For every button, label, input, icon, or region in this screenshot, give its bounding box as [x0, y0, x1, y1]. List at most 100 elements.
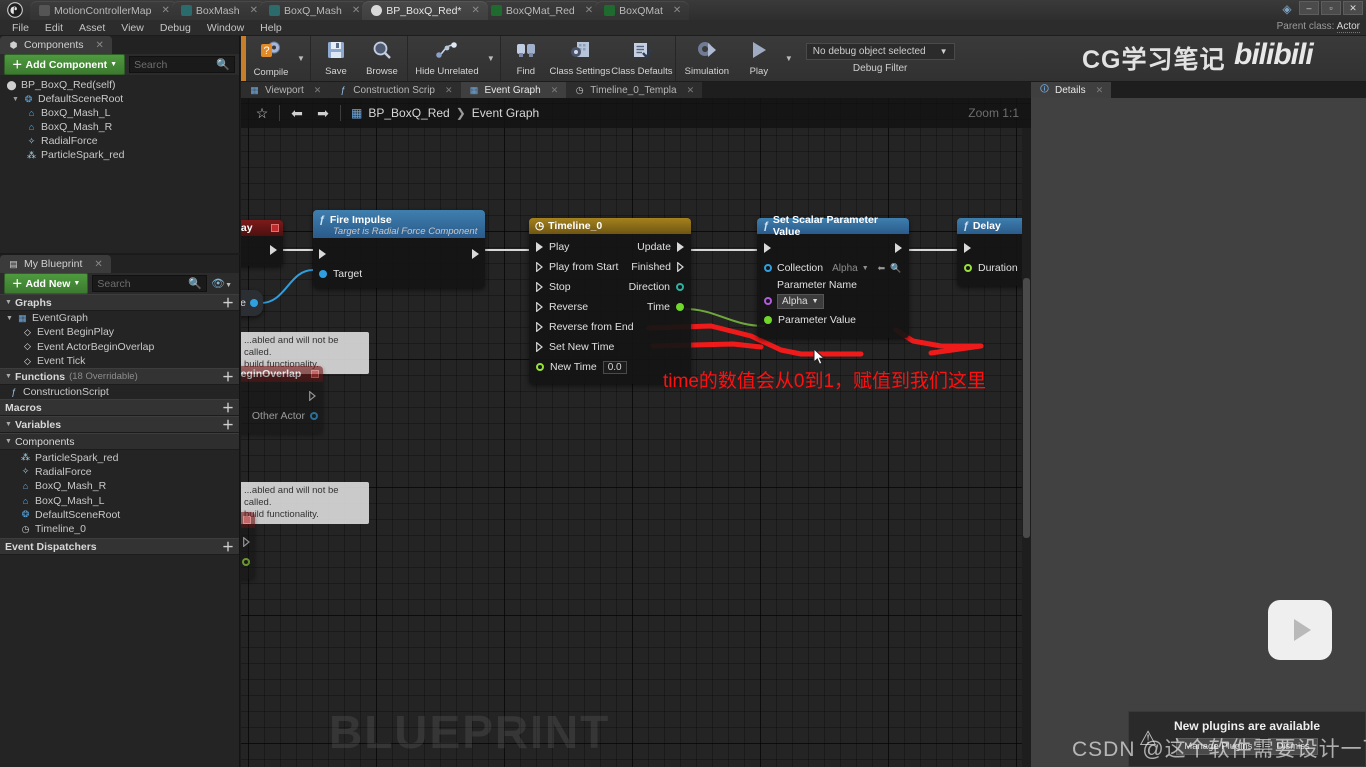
- tree-item-self[interactable]: ⬤ BP_BoxQ_Red(self): [0, 78, 239, 92]
- window-tab-3[interactable]: BP_BoxQ_Red* ✕: [362, 1, 488, 20]
- eye-icon[interactable]: 👁▼: [211, 277, 235, 290]
- object-output-pin[interactable]: [250, 299, 258, 307]
- fire-impulse-node[interactable]: ƒ Fire Impulse Target is Radial Force Co…: [313, 210, 485, 288]
- list-item-event-actorbeginoverlap[interactable]: ◇ Event ActorBeginOverlap: [0, 340, 239, 354]
- event-play-node[interactable]: Play: [241, 220, 283, 266]
- graph-vertical-scrollbar[interactable]: [1022, 128, 1031, 767]
- maximize-button[interactable]: ▫: [1321, 1, 1341, 15]
- timeline-node[interactable]: ◷ Timeline_0 Play Update Play from Start…: [529, 218, 691, 384]
- event-actor-begin-overlap-node[interactable]: BeginOverlap Other Actor: [241, 366, 323, 433]
- list-item-event-graph[interactable]: ▼ ▦ EventGraph: [0, 311, 239, 325]
- parent-class-value[interactable]: Actor: [1336, 21, 1360, 33]
- menu-item-window[interactable]: Window: [199, 20, 252, 36]
- menu-item-asset[interactable]: Asset: [71, 20, 113, 36]
- find-button[interactable]: Find: [503, 36, 549, 81]
- list-item-defaultsceneroot[interactable]: ❂ DefaultSceneRoot: [0, 508, 239, 522]
- exec-input-pin[interactable]: [319, 249, 326, 259]
- section-header-event-dispatchers[interactable]: Event Dispatchers ＋: [0, 538, 239, 556]
- chevron-down-icon[interactable]: ▼: [6, 315, 13, 322]
- close-icon[interactable]: ✕: [314, 85, 322, 96]
- direction-enum-output-pin[interactable]: [676, 283, 684, 291]
- list-item-event-beginplay[interactable]: ◇ Event BeginPlay: [0, 325, 239, 339]
- exec-input-pin[interactable]: [964, 243, 971, 253]
- add-function-button[interactable]: ＋: [222, 368, 234, 385]
- collection-object-input-pin[interactable]: [764, 264, 772, 272]
- list-item-boxq-mash-r[interactable]: ⌂ BoxQ_Mash_R: [0, 479, 239, 493]
- add-new-button[interactable]: ＋ Add New ▼: [4, 273, 89, 294]
- new-time-value-input[interactable]: 0.0: [602, 360, 627, 374]
- menu-item-edit[interactable]: Edit: [37, 20, 71, 36]
- section-header-graphs[interactable]: ▼ Graphs ＋: [0, 294, 239, 311]
- tab-details[interactable]: 🛈 Details ✕: [1031, 82, 1112, 98]
- close-icon[interactable]: ✕: [352, 5, 360, 16]
- minimize-button[interactable]: –: [1299, 1, 1319, 15]
- window-tab-1[interactable]: BoxMash ✕: [171, 1, 267, 20]
- class-defaults-button[interactable]: Class Defaults: [611, 36, 673, 81]
- list-item-boxq-mash-l[interactable]: ⌂ BoxQ_Mash_L: [0, 493, 239, 507]
- tab-timeline-0-template[interactable]: ◷ Timeline_0_Templa ✕: [566, 82, 703, 98]
- play-button[interactable]: Play: [736, 36, 782, 81]
- close-icon[interactable]: ✕: [673, 5, 681, 16]
- list-item-event-tick[interactable]: ◇ Event Tick: [0, 354, 239, 368]
- breadcrumb-root[interactable]: BP_BoxQ_Red: [368, 106, 449, 120]
- browse-to-asset-icon[interactable]: 🔍: [890, 263, 901, 274]
- play-dropdown-icon[interactable]: ▼: [782, 36, 796, 81]
- parameter-value-input-pin[interactable]: [764, 316, 772, 324]
- window-tab-0[interactable]: MotionControllerMap ✕: [30, 1, 178, 20]
- use-selected-asset-icon[interactable]: ⬅: [878, 263, 886, 274]
- parameter-name-input-pin[interactable]: [764, 297, 772, 305]
- hide-unrelated-button[interactable]: Hide Unrelated: [410, 36, 484, 81]
- star-icon[interactable]: ☆: [249, 105, 275, 122]
- list-item-constructionscript[interactable]: ƒ ConstructionScript: [0, 385, 239, 399]
- close-icon[interactable]: ✕: [96, 40, 104, 51]
- add-macro-button[interactable]: ＋: [222, 399, 234, 416]
- exec-output-pin[interactable]: [243, 537, 250, 547]
- tab-construction-script[interactable]: ƒ Construction Scrip ✕: [329, 82, 461, 98]
- event-graph-canvas[interactable]: Play rce ƒ Fire Impulse Target is Radial…: [241, 98, 1031, 767]
- tab-viewport[interactable]: ▦ Viewport ✕: [241, 82, 330, 98]
- section-header-functions[interactable]: ▼ Functions (18 Overridable) ＋: [0, 368, 239, 386]
- section-header-components[interactable]: ▼ Components: [0, 433, 239, 451]
- debug-object-select[interactable]: No debug object selected ▼: [805, 43, 955, 60]
- compile-dropdown-icon[interactable]: ▼: [294, 36, 308, 81]
- parameter-name-select[interactable]: Alpha ▼: [777, 293, 824, 309]
- compile-button[interactable]: ? Compile: [248, 36, 294, 81]
- tab-my-blueprint[interactable]: ▤ My Blueprint ✕: [0, 255, 111, 273]
- add-variable-button[interactable]: ＋: [222, 416, 234, 433]
- reverse-from-end-exec-input-pin[interactable]: [536, 322, 543, 332]
- reverse-exec-input-pin[interactable]: [536, 302, 543, 312]
- event-tick-node[interactable]: [241, 512, 255, 579]
- my-blueprint-search-input[interactable]: Search 🔍: [92, 275, 208, 292]
- close-button[interactable]: ✕: [1343, 1, 1363, 15]
- finished-exec-output-pin[interactable]: [677, 262, 684, 272]
- delegate-pin-icon[interactable]: [243, 516, 251, 524]
- simulation-button[interactable]: Simulation: [678, 36, 736, 81]
- exec-output-pin[interactable]: [895, 243, 902, 253]
- exec-output-pin[interactable]: [309, 391, 316, 401]
- tab-components[interactable]: ⬢ Components ✕: [0, 36, 112, 54]
- time-float-output-pin[interactable]: [676, 303, 684, 311]
- tree-item-default-scene-root[interactable]: ▼ ❂ DefaultSceneRoot: [0, 92, 239, 106]
- add-graph-button[interactable]: ＋: [222, 294, 234, 311]
- set-scalar-parameter-value-node[interactable]: ƒ Set Scalar Parameter Value Collection …: [757, 214, 909, 338]
- hide-unrelated-dropdown-icon[interactable]: ▼: [484, 36, 498, 81]
- menu-item-debug[interactable]: Debug: [152, 20, 199, 36]
- play-exec-input-pin[interactable]: [536, 242, 543, 252]
- save-button[interactable]: Save: [313, 36, 359, 81]
- menu-item-view[interactable]: View: [113, 20, 152, 36]
- close-icon[interactable]: ✕: [585, 5, 593, 16]
- list-item-radialforce[interactable]: ✧ RadialForce: [0, 465, 239, 479]
- play-from-start-exec-input-pin[interactable]: [536, 262, 543, 272]
- close-icon[interactable]: ✕: [161, 5, 169, 16]
- collection-select[interactable]: Alpha ▼: [828, 262, 873, 275]
- menu-item-file[interactable]: File: [4, 20, 37, 36]
- scrollbar-thumb[interactable]: [1023, 278, 1030, 538]
- browse-button[interactable]: Browse: [359, 36, 405, 81]
- update-exec-output-pin[interactable]: [677, 242, 684, 252]
- set-new-time-exec-input-pin[interactable]: [536, 342, 543, 352]
- window-tab-5[interactable]: BoxQMat ✕: [595, 1, 690, 20]
- stop-exec-input-pin[interactable]: [536, 282, 543, 292]
- forward-arrow-icon[interactable]: ➡: [310, 105, 336, 122]
- section-header-macros[interactable]: Macros ＋: [0, 399, 239, 417]
- radial-force-getter-node[interactable]: rce: [241, 290, 263, 316]
